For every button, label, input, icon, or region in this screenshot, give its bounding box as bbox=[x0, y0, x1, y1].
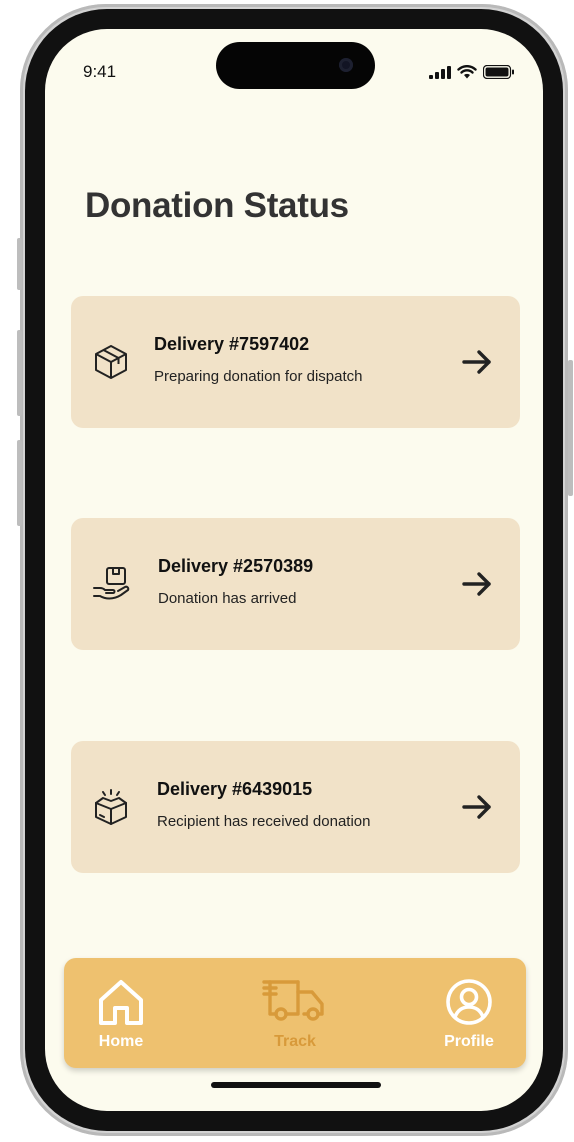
tab-track-label: Track bbox=[274, 1033, 316, 1050]
open-box-icon bbox=[95, 789, 127, 825]
home-icon bbox=[99, 980, 143, 1025]
user-circle-icon bbox=[446, 979, 492, 1025]
delivery-title: Delivery #6439015 bbox=[157, 779, 313, 799]
camera-icon bbox=[339, 58, 353, 72]
dynamic-island bbox=[216, 42, 375, 89]
tab-track[interactable]: Track bbox=[262, 978, 328, 1051]
tab-home-label: Home bbox=[98, 1033, 144, 1050]
power-button bbox=[568, 360, 573, 496]
home-indicator[interactable] bbox=[211, 1082, 381, 1088]
battery-icon bbox=[483, 65, 514, 79]
tab-bar: Home Track Profile bbox=[64, 958, 526, 1068]
delivery-title: Delivery #7597402 bbox=[154, 334, 310, 354]
delivery-card[interactable]: Delivery #6439015 Recipient has received… bbox=[71, 741, 520, 873]
delivery-card[interactable]: Delivery #2570389 Donation has arrived bbox=[71, 518, 520, 650]
delivery-title: Delivery #2570389 bbox=[158, 556, 314, 576]
truck-icon bbox=[262, 980, 324, 1021]
package-icon bbox=[95, 345, 127, 379]
screen: 9:41 Donation Status Delivery #7597402 P… bbox=[45, 29, 543, 1111]
tab-profile-label: Profile bbox=[444, 1033, 494, 1050]
cellular-signal-icon bbox=[429, 65, 451, 79]
arrow-right-icon[interactable] bbox=[460, 790, 494, 824]
wifi-icon bbox=[457, 65, 477, 79]
delivery-card[interactable]: Delivery #7597402 Preparing donation for… bbox=[71, 296, 520, 428]
volume-down-button bbox=[17, 440, 22, 526]
delivery-status: Donation has arrived bbox=[158, 590, 297, 607]
volume-up-button bbox=[17, 330, 22, 416]
page-title: Donation Status bbox=[85, 186, 349, 225]
tab-home[interactable]: Home bbox=[97, 978, 145, 1051]
arrow-right-icon[interactable] bbox=[460, 567, 494, 601]
status-time: 9:41 bbox=[83, 62, 117, 81]
status-icons bbox=[429, 65, 515, 79]
tab-profile[interactable]: Profile bbox=[441, 978, 497, 1051]
silent-switch bbox=[17, 238, 22, 290]
delivery-status: Recipient has received donation bbox=[157, 813, 371, 830]
delivery-status: Preparing donation for dispatch bbox=[154, 368, 363, 385]
hand-package-icon bbox=[93, 567, 130, 600]
arrow-right-icon[interactable] bbox=[460, 345, 494, 379]
